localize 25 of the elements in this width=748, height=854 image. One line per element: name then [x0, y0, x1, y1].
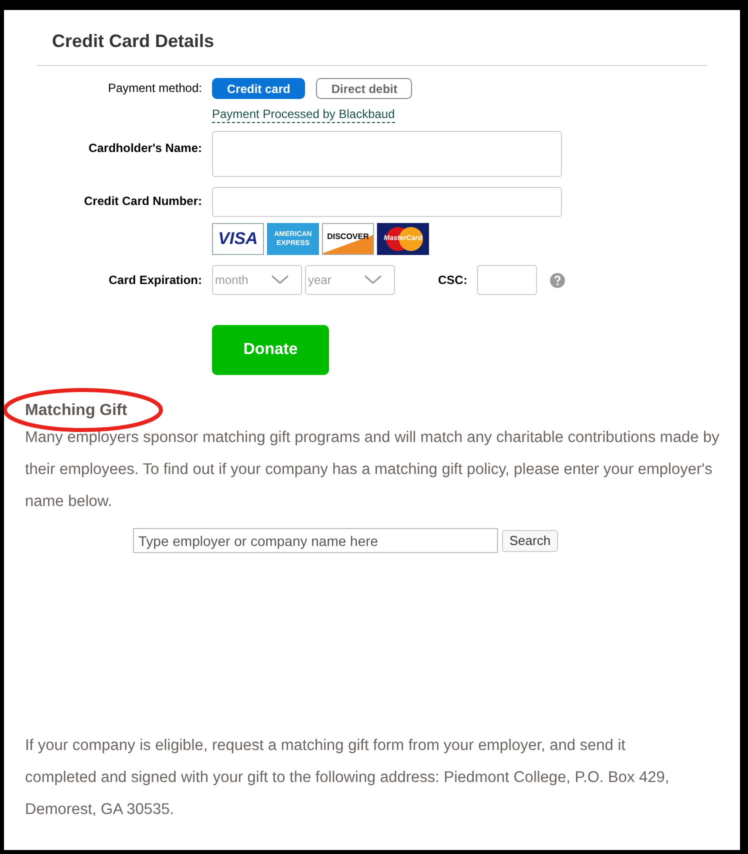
dropdown-select[interactable]: year [305, 265, 395, 295]
text-field[interactable] [212, 187, 562, 217]
field-label: CSC: [438, 272, 468, 289]
discover-logo: DISCOVER [322, 223, 374, 255]
text-field[interactable] [212, 131, 562, 177]
visa-logo: VISA [212, 223, 264, 255]
field-label: Payment method: [106, 80, 202, 97]
matching-gift-intro: Many employers sponsor matching gift programs and will match any charitable contributions made by their employees. To find out if your company has a matching gift policy, please enter your employer's name below. [25, 428, 720, 512]
field-label: Credit Card Number: [82, 193, 202, 209]
search-button[interactable]: Search [502, 530, 558, 552]
field-label: Cardholder's Name: [87, 140, 202, 156]
processor-link[interactable]: Payment Processed by Blackbaud [212, 107, 395, 123]
payment-method-tab[interactable]: Credit card [212, 78, 306, 99]
chevron-down-icon [271, 275, 289, 285]
section-title: Credit Card Details [52, 30, 216, 53]
matching-gift-footer: If your company is eligible, request a matching gift form from your employer, and send it completed and signed with your gift to the following address: Piedmont College, P.O. Box 429, Demorest, GA 30535. [25, 730, 726, 826]
donate-button[interactable]: Donate [212, 325, 329, 375]
field-label: Card Expiration: [108, 272, 202, 288]
dropdown-select[interactable]: month [212, 265, 302, 295]
employer-search-field[interactable]: Type employer or company name here [133, 528, 498, 553]
chevron-down-icon [364, 275, 382, 285]
csc-field[interactable] [477, 265, 538, 295]
matching-gift-heading: Matching Gift [25, 401, 128, 421]
help-icon[interactable] [550, 272, 566, 288]
payment-method-tab[interactable]: Direct debit [316, 78, 412, 99]
